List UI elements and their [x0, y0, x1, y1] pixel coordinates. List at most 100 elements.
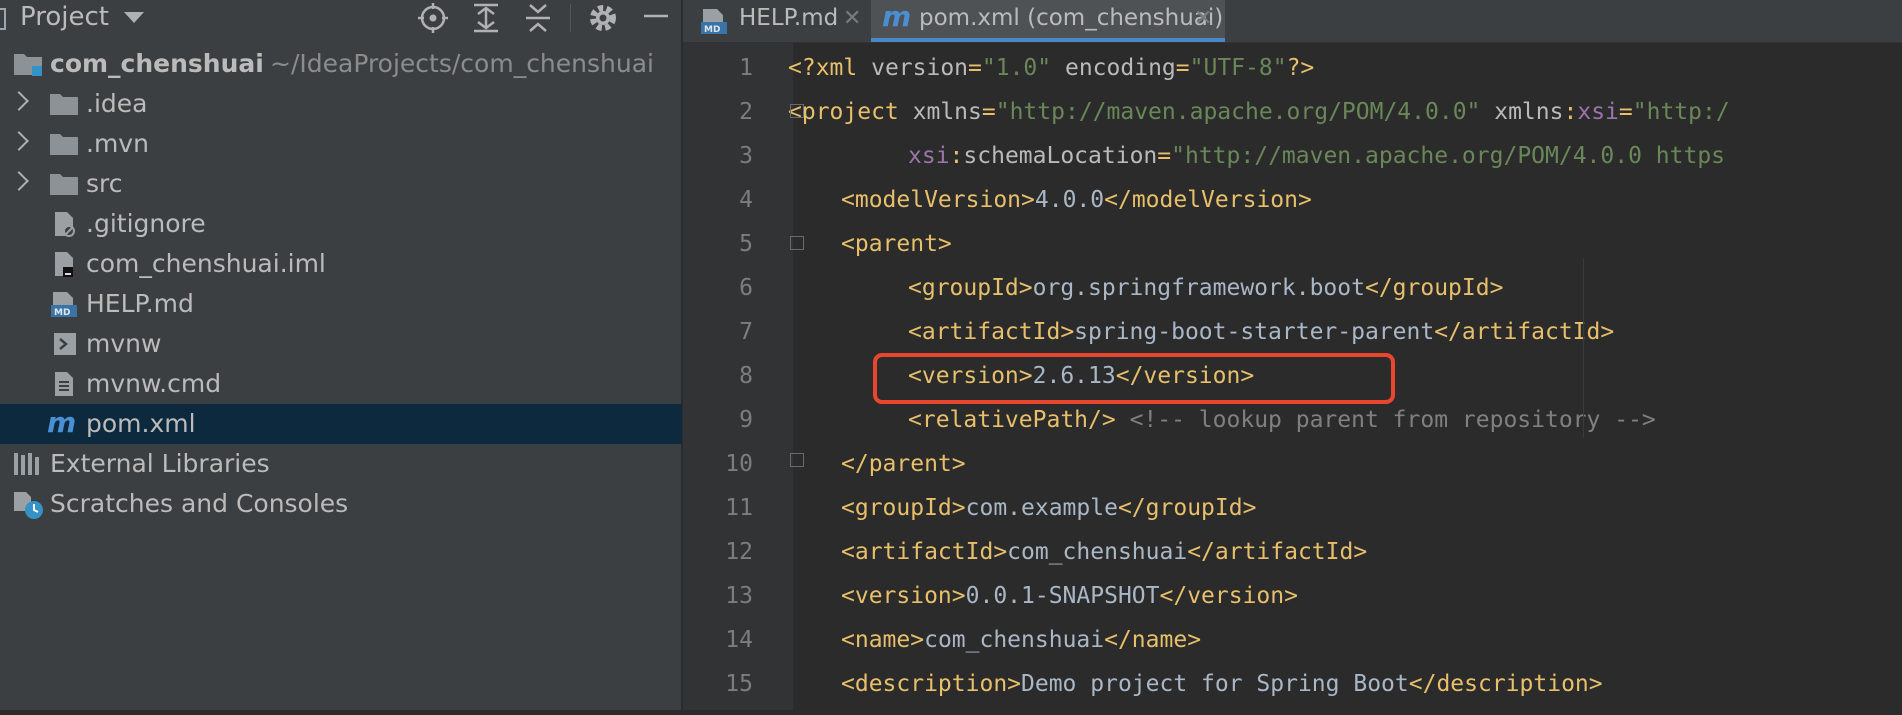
- tab-pom-xml[interactable]: m pom.xml (com_chenshuai) ✕: [871, 0, 1225, 42]
- line-number: 11: [725, 495, 753, 521]
- close-icon[interactable]: ✕: [1194, 6, 1212, 31]
- shell-script-icon: [54, 333, 76, 355]
- code-token: =: [1157, 143, 1172, 169]
- tab-help-md[interactable]: MD HELP.md ✕: [683, 0, 868, 42]
- tree-item-label: mvnw.cmd: [86, 369, 222, 398]
- code-token: </parent>: [841, 451, 966, 477]
- libraries-icon: [14, 453, 39, 475]
- code-token: com.example: [965, 495, 1118, 521]
- expand-all-icon[interactable]: [468, 0, 504, 36]
- tree-item-idea[interactable]: .idea: [0, 84, 682, 124]
- line-number: 15: [725, 671, 753, 697]
- editor-tab-bar: MD HELP.md ✕ m pom.xml (com_chenshuai) ✕: [683, 0, 1902, 43]
- text-file-icon: [55, 372, 73, 396]
- code-token: =: [1175, 55, 1190, 81]
- tree-item-root-module[interactable]: com_chenshuai ~/IdeaProjects/com_chenshu…: [0, 44, 682, 84]
- code-token: :: [949, 143, 964, 169]
- gear-icon[interactable]: [585, 0, 621, 36]
- code-token: xsi: [908, 143, 950, 169]
- code-line[interactable]: <?xml version="1.0" encoding="UTF-8"?>: [788, 55, 1902, 99]
- code-token: <?xml: [788, 55, 872, 81]
- code-line[interactable]: <name>com_chenshuai</name>: [841, 627, 1902, 671]
- svg-text:m: m: [47, 410, 76, 438]
- code-line[interactable]: <description>Demo project for Spring Boo…: [841, 671, 1902, 715]
- close-icon[interactable]: ✕: [843, 6, 861, 31]
- code-token: <artifactId>: [908, 319, 1075, 345]
- code-token: 0.0.1-SNAPSHOT: [965, 583, 1160, 609]
- tree-item-label: pom.xml: [86, 409, 196, 438]
- code-token: =: [1618, 99, 1633, 125]
- collapse-all-icon[interactable]: [520, 0, 556, 36]
- code-token: :: [1563, 99, 1578, 125]
- line-number: 4: [739, 187, 753, 213]
- code-line[interactable]: xsi:schemaLocation="http://maven.apache.…: [908, 143, 1902, 187]
- tree-item-help-md[interactable]: MD HELP.md: [0, 284, 682, 324]
- line-number: 10: [725, 451, 753, 477]
- tree-item-scratches[interactable]: Scratches and Consoles: [0, 484, 682, 524]
- tree-item-mvn[interactable]: .mvn: [0, 124, 682, 164]
- ignore-file-icon: [55, 212, 75, 237]
- code-line[interactable]: <modelVersion>4.0.0</modelVersion>: [841, 187, 1902, 231]
- code-token: Demo project for Spring Boot: [1021, 671, 1409, 697]
- line-number: 5: [739, 231, 753, 257]
- tree-item-mvnw-cmd[interactable]: mvnw.cmd: [0, 364, 682, 404]
- line-number: 14: [725, 627, 753, 653]
- code-token: spring-boot-starter-parent: [1074, 319, 1435, 345]
- fold-gutter: [793, 43, 818, 710]
- code-line[interactable]: <project xmlns="http://maven.apache.org/…: [788, 99, 1902, 143]
- chevron-down-icon[interactable]: [124, 12, 144, 23]
- code-token: com_chenshuai: [924, 627, 1105, 653]
- code-token: <groupId>: [841, 495, 966, 521]
- tree-item-gitignore[interactable]: .gitignore: [0, 204, 682, 244]
- code-line[interactable]: <groupId>org.springframework.boot</group…: [908, 275, 1902, 319]
- fold-marker-icon[interactable]: [790, 453, 804, 467]
- iml-file-icon: [55, 252, 73, 277]
- fold-marker-icon[interactable]: [790, 104, 804, 118]
- minimize-icon[interactable]: [638, 0, 674, 36]
- tree-item-label: com_chenshuai: [50, 49, 264, 78]
- code-token: <version>: [841, 583, 966, 609]
- svg-text:m: m: [882, 4, 911, 32]
- code-token: <project: [788, 99, 913, 125]
- chevron-right-icon[interactable]: [9, 171, 29, 191]
- tree-item-iml[interactable]: com_chenshuai.iml: [0, 244, 682, 284]
- code-token: </description>: [1408, 671, 1603, 697]
- line-number: 6: [739, 275, 753, 301]
- line-number: 3: [739, 143, 753, 169]
- highlight-annotation-box: [873, 353, 1395, 404]
- code-line[interactable]: <artifactId>com_chenshuai</artifactId>: [841, 539, 1902, 583]
- svg-text:MD: MD: [704, 25, 720, 35]
- code-token: </groupId>: [1117, 495, 1257, 521]
- locate-icon[interactable]: [415, 0, 451, 36]
- line-number: 9: [739, 407, 753, 433]
- folder-icon: [50, 134, 78, 155]
- code-token: "http:/: [1632, 99, 1730, 125]
- tree-item-pom-xml[interactable]: m pom.xml: [0, 404, 682, 444]
- code-token: <parent>: [841, 231, 952, 257]
- tree-item-label: mvnw: [86, 329, 162, 358]
- code-line[interactable]: </parent>: [841, 451, 1902, 495]
- code-line[interactable]: <version>0.0.1-SNAPSHOT</version>: [841, 583, 1902, 627]
- tree-item-mvnw[interactable]: mvnw: [0, 324, 682, 364]
- line-number: 1: [739, 55, 753, 81]
- code-token: <artifactId>: [841, 539, 1008, 565]
- fold-marker-icon[interactable]: [790, 236, 804, 250]
- code-token: <name>: [841, 627, 925, 653]
- line-number: 12: [725, 539, 753, 565]
- code-line[interactable]: <parent>: [841, 231, 1902, 275]
- tree-item-external-libraries[interactable]: External Libraries: [0, 444, 682, 484]
- tree-item-src[interactable]: src: [0, 164, 682, 204]
- maven-icon: m: [47, 410, 76, 438]
- project-view-selector[interactable]: Project: [20, 2, 109, 32]
- folder-icon: [50, 174, 78, 195]
- code-token: org.springframework.boot: [1032, 275, 1365, 301]
- module-folder-icon: [14, 54, 42, 76]
- code-line[interactable]: <relativePath/> <!-- lookup parent from …: [908, 407, 1902, 451]
- scratches-icon: [14, 492, 43, 519]
- chevron-right-icon[interactable]: [9, 91, 29, 111]
- code-line[interactable]: <groupId>com.example</groupId>: [841, 495, 1902, 539]
- code-token: <groupId>: [908, 275, 1033, 301]
- project-tool-window: Project com_chenshuai ~/IdeaProjects/com…: [0, 0, 682, 710]
- chevron-right-icon[interactable]: [9, 131, 29, 151]
- code-token: 4.0.0: [1034, 187, 1105, 213]
